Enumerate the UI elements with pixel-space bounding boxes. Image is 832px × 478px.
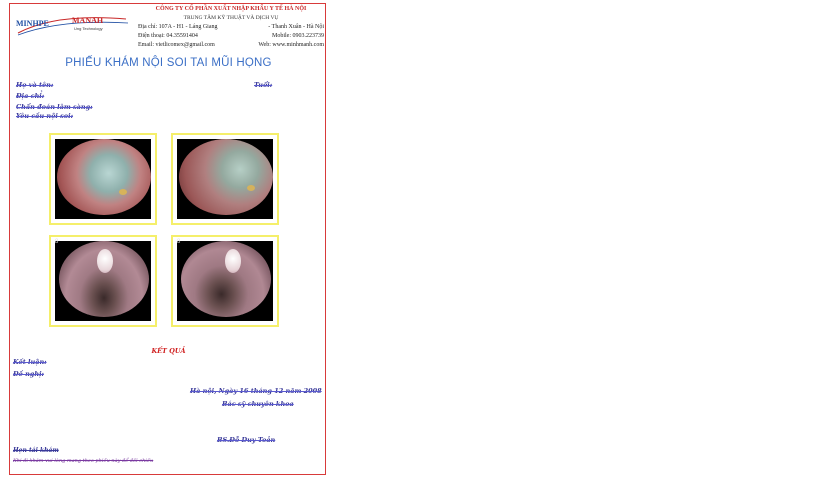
phone-row: Điện thoại: 04.35591404 Mobile: 0903.223… xyxy=(138,32,324,41)
signature-role: Bác sỹ chuyên khoa xyxy=(222,400,294,408)
advice-label: Đề nghị: xyxy=(13,370,44,378)
website-text: Web: www.minhmanh.com xyxy=(258,42,324,48)
result-heading: KẾT QUẢ xyxy=(151,347,186,355)
phone-right: Mobile: 0903.223739 xyxy=(272,33,324,39)
address-row: Địa chỉ: 107A - H1 - Láng Giang - Thanh … xyxy=(138,23,324,32)
age-field-label: Tuổi: xyxy=(254,81,273,89)
endoscopy-image-3: 8 xyxy=(49,235,157,327)
company-logo: MINHPE MANAH Ung Technology xyxy=(16,11,131,37)
cerumen-spot xyxy=(119,189,127,195)
endoscopy-image-2 xyxy=(171,133,279,225)
logo-right-text: MANAH xyxy=(72,16,104,25)
signature-date: Hà nội, Ngày 16 tháng 12 năm 2008 xyxy=(190,387,322,395)
page-title: PHIẾU KHÁM NỘI SOI TAI MŨI HỌNG xyxy=(65,57,272,69)
endoscopy-image-1 xyxy=(49,133,157,225)
doctor-name: BS.Đỗ Duy Toản xyxy=(217,436,276,444)
conclusion-label: Kết luận: xyxy=(13,358,47,366)
company-subtitle: TRUNG TÂM KỸ THUẬT VÀ DỊCH VỤ xyxy=(183,15,279,21)
reason-field-label: Yêu cầu nội soi: xyxy=(16,112,74,120)
cerumen-spot xyxy=(247,185,255,191)
image-number: 8 xyxy=(177,239,181,245)
endoscopy-image-4: 8 xyxy=(171,235,279,327)
exam-sheet: MINHPE MANAH Ung Technology CÔNG TY CỔ P… xyxy=(9,3,326,475)
company-name: CÔNG TY CỔ PHẦN XUẤT NHẬP KHẨU Y TẾ HÀ N… xyxy=(155,6,307,12)
image-frame xyxy=(177,241,273,321)
email-text: Email: vietlicomex@gmail.com xyxy=(138,42,215,48)
ear-canal-view xyxy=(179,139,273,215)
name-field-label: Họ và tên: xyxy=(16,81,54,89)
ear-canal-view xyxy=(57,139,151,215)
image-frame xyxy=(55,241,151,321)
logo-tagline: Ung Technology xyxy=(74,26,103,31)
footer-note: Khi đi khám vui lòng mang theo phiếu này… xyxy=(13,458,154,464)
image-frame xyxy=(55,139,151,219)
logo-left-text: MINHPE xyxy=(16,19,49,28)
epiglottis xyxy=(225,249,241,273)
epiglottis xyxy=(97,249,113,273)
image-number: 8 xyxy=(55,239,59,245)
image-frame xyxy=(177,139,273,219)
address-right: - Thanh Xuân - Hà Nội xyxy=(268,24,324,30)
company-info: CÔNG TY CỔ PHẦN XUẤT NHẬP KHẨU Y TẾ HÀ N… xyxy=(138,5,324,50)
address-field-label: Địa chỉ: xyxy=(16,92,45,100)
phone-left: Điện thoại: 04.35591404 xyxy=(138,33,198,39)
contact-row: Email: vietlicomex@gmail.com Web: www.mi… xyxy=(138,41,324,50)
address-left: Địa chỉ: 107A - H1 - Láng Giang xyxy=(138,24,218,30)
followup-label: Hẹn tái khám xyxy=(13,447,59,454)
diagnosis-field-label: Chẩn đoán lâm sàng: xyxy=(16,103,93,111)
